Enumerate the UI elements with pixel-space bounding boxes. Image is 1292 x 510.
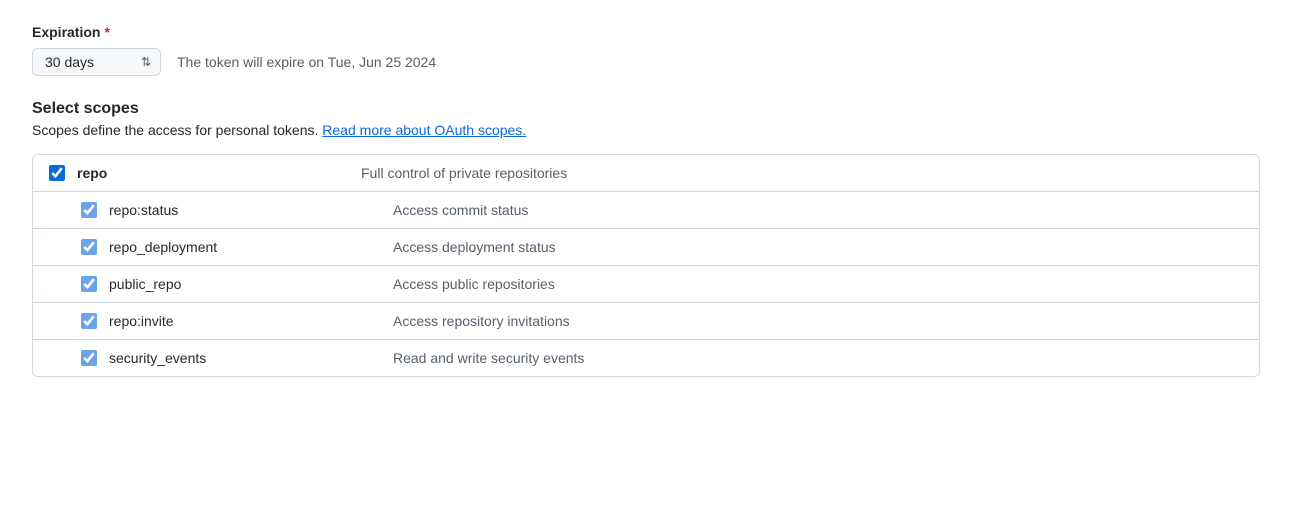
security-events-checkbox[interactable] bbox=[81, 350, 97, 366]
expiration-select-wrapper: 7 days 30 days 60 days 90 days Custom No… bbox=[32, 48, 161, 76]
expiration-label: Expiration * bbox=[32, 24, 1260, 40]
scopes-title: Select scopes bbox=[32, 100, 1260, 118]
repo-deployment-scope-name: repo_deployment bbox=[109, 239, 369, 255]
repo-invite-scope-name: repo:invite bbox=[109, 313, 369, 329]
scope-row-repo-deployment: repo_deployment Access deployment status bbox=[33, 229, 1259, 266]
repo-status-scope-description: Access commit status bbox=[369, 202, 1243, 218]
repo-scope-description: Full control of private repositories bbox=[337, 165, 1243, 181]
scope-row-repo-invite: repo:invite Access repository invitation… bbox=[33, 303, 1259, 340]
expiration-select[interactable]: 7 days 30 days 60 days 90 days Custom No… bbox=[32, 48, 161, 76]
scope-row-security-events: security_events Read and write security … bbox=[33, 340, 1259, 376]
scope-row-repo: repo Full control of private repositorie… bbox=[33, 155, 1259, 192]
security-events-scope-description: Read and write security events bbox=[369, 350, 1243, 366]
public-repo-checkbox[interactable] bbox=[81, 276, 97, 292]
repo-deployment-checkbox[interactable] bbox=[81, 239, 97, 255]
public-repo-scope-name: public_repo bbox=[109, 276, 369, 292]
scopes-section: Select scopes Scopes define the access f… bbox=[32, 100, 1260, 377]
repo-checkbox[interactable] bbox=[49, 165, 65, 181]
scope-row-repo-status: repo:status Access commit status bbox=[33, 192, 1259, 229]
expiration-hint: The token will expire on Tue, Jun 25 202… bbox=[177, 54, 436, 70]
repo-status-checkbox[interactable] bbox=[81, 202, 97, 218]
repo-invite-checkbox[interactable] bbox=[81, 313, 97, 329]
repo-deployment-scope-description: Access deployment status bbox=[369, 239, 1243, 255]
repo-invite-scope-description: Access repository invitations bbox=[369, 313, 1243, 329]
oauth-scopes-link[interactable]: Read more about OAuth scopes. bbox=[322, 122, 526, 138]
expiration-label-text: Expiration bbox=[32, 24, 100, 40]
scopes-box: repo Full control of private repositorie… bbox=[32, 154, 1260, 377]
public-repo-scope-description: Access public repositories bbox=[369, 276, 1243, 292]
scope-row-public-repo: public_repo Access public repositories bbox=[33, 266, 1259, 303]
repo-status-scope-name: repo:status bbox=[109, 202, 369, 218]
scopes-description: Scopes define the access for personal to… bbox=[32, 122, 1260, 138]
scopes-description-text: Scopes define the access for personal to… bbox=[32, 122, 318, 138]
required-indicator: * bbox=[104, 24, 109, 40]
security-events-scope-name: security_events bbox=[109, 350, 369, 366]
repo-scope-name: repo bbox=[77, 165, 337, 181]
expiration-section: Expiration * 7 days 30 days 60 days 90 d… bbox=[32, 24, 1260, 76]
expiration-row: 7 days 30 days 60 days 90 days Custom No… bbox=[32, 48, 1260, 76]
